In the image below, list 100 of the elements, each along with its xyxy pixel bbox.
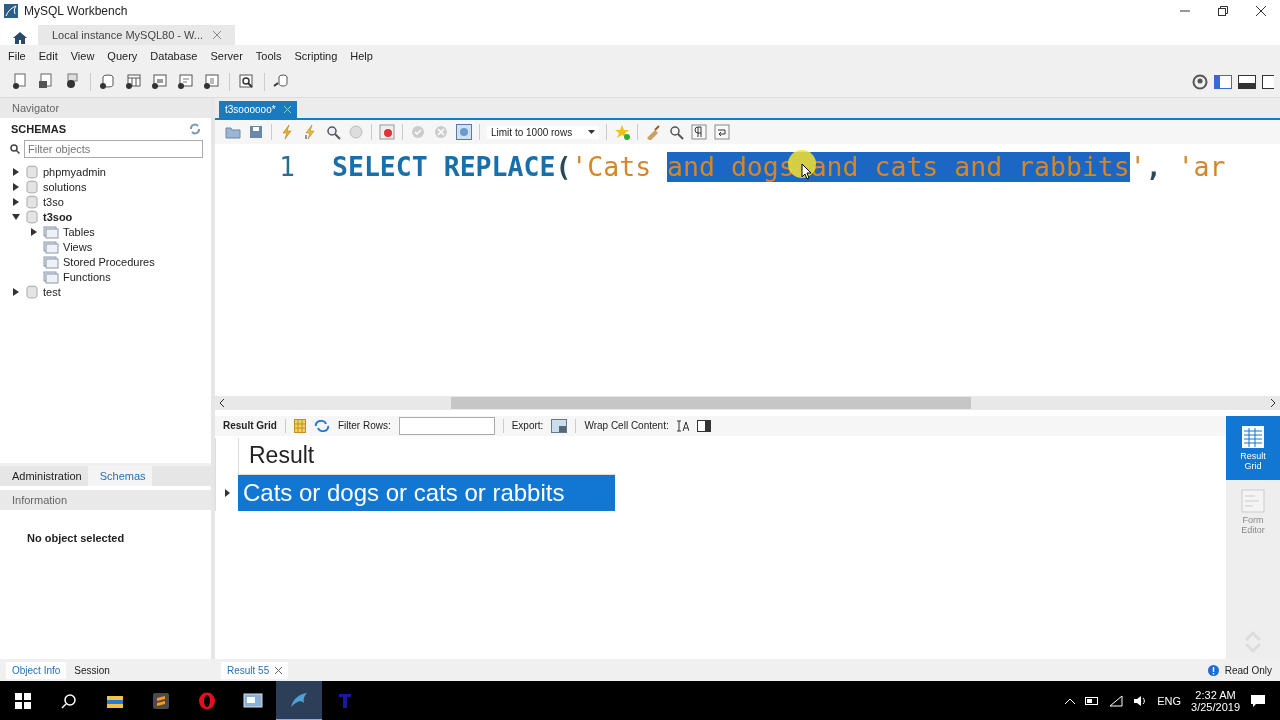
export-label: Export:: [511, 420, 544, 431]
panel-toggle-icon[interactable]: [696, 419, 711, 432]
menu-item[interactable]: Help: [346, 50, 382, 62]
dolphin-app-icon[interactable]: [289, 691, 309, 709]
clock-date[interactable]: 3/25/2019: [1191, 701, 1240, 713]
menu-item[interactable]: Query: [103, 50, 147, 62]
code-token: 'ar: [1177, 152, 1226, 182]
sidebar-toggle-icon[interactable]: [1214, 75, 1232, 89]
search-icon[interactable]: [10, 144, 20, 154]
autocommit-icon[interactable]: [456, 124, 472, 140]
close-icon[interactable]: [1256, 6, 1266, 16]
procedure-add-icon[interactable]: [177, 73, 195, 91]
code-token: (: [555, 152, 572, 182]
collapsed-arrow-icon[interactable]: [29, 226, 39, 237]
refresh-icon[interactable]: [189, 123, 201, 135]
collapsed-arrow-icon[interactable]: [11, 166, 21, 177]
app-window-icon[interactable]: [243, 692, 263, 710]
find-icon[interactable]: [668, 124, 684, 140]
menu-item[interactable]: Scripting: [290, 50, 347, 62]
tree-item[interactable]: Tables: [63, 225, 95, 238]
wrap-icon[interactable]: [714, 124, 730, 140]
search-table-icon[interactable]: [238, 73, 256, 91]
function-add-icon[interactable]: [203, 73, 221, 91]
output-toggle-icon[interactable]: [1238, 75, 1256, 89]
menu-item[interactable]: File: [4, 50, 35, 62]
tree-item[interactable]: phpmyadmin: [43, 165, 106, 178]
broom-icon[interactable]: [645, 124, 661, 140]
filter-rows-field[interactable]: [398, 416, 495, 435]
close-icon[interactable]: [275, 666, 283, 674]
battery-icon[interactable]: [1085, 696, 1100, 706]
language-indicator[interactable]: ENG: [1157, 695, 1182, 707]
folder-icon[interactable]: [106, 693, 124, 709]
scroll-left-icon[interactable]: [219, 398, 225, 407]
tree-item[interactable]: test: [43, 285, 61, 298]
collapsed-arrow-icon[interactable]: [11, 196, 21, 207]
scroll-right-icon[interactable]: [1270, 398, 1276, 407]
menu-item[interactable]: View: [66, 50, 104, 62]
chevron-up-icon[interactable]: [1065, 698, 1076, 704]
tree-item[interactable]: solutions: [43, 180, 87, 193]
tree-item[interactable]: t3soo: [43, 210, 73, 223]
limit-dropdown[interactable]: Limit to 1000 rows: [487, 125, 599, 139]
info-icon: [1207, 664, 1219, 676]
sidebar-tab[interactable]: Schemas: [87, 466, 152, 486]
code-token: REPLACE: [443, 152, 556, 182]
table-cell[interactable]: Cats or dogs or cats or rabbits: [238, 474, 615, 511]
clock-time[interactable]: 2:32 AM: [1195, 689, 1236, 701]
lightning-cursor-icon[interactable]: [302, 124, 318, 140]
star-add-icon[interactable]: [614, 124, 630, 140]
paragraph-icon[interactable]: [691, 124, 707, 140]
error-toggle-icon[interactable]: [379, 124, 395, 140]
wrap-label: Wrap Cell Content:: [584, 420, 669, 431]
wifi-icon[interactable]: [1109, 695, 1124, 707]
panel-toggle-icon[interactable]: [1262, 75, 1274, 89]
form-icon: [1241, 488, 1265, 513]
editor-tab[interactable]: t3soooooo*: [219, 101, 297, 118]
restore-icon[interactable]: [1218, 6, 1228, 16]
menu-item[interactable]: Tools: [251, 50, 291, 62]
info-tab[interactable]: Session: [68, 661, 116, 679]
view-add-icon[interactable]: [151, 73, 169, 91]
expanded-arrow-icon[interactable]: [11, 211, 21, 222]
magnifier-icon[interactable]: [325, 124, 341, 140]
search-icon: [61, 693, 77, 709]
filter-field[interactable]: Filter objects: [24, 140, 203, 158]
panel-header: Navigator: [0, 98, 211, 118]
result-tab[interactable]: Result 55: [221, 661, 289, 679]
tree-item[interactable]: t3so: [43, 195, 64, 208]
sublime-app-icon[interactable]: [153, 693, 169, 709]
tree-item[interactable]: Functions: [63, 270, 111, 283]
export-icon[interactable]: [551, 418, 568, 433]
tree-item[interactable]: Views: [63, 240, 93, 253]
code-token: ': [1129, 152, 1146, 182]
notification-icon[interactable]: [1250, 694, 1266, 708]
settings-icon[interactable]: [1192, 74, 1208, 90]
save-icon[interactable]: [248, 124, 264, 140]
refresh-icon[interactable]: [313, 419, 330, 432]
collapsed-arrow-icon[interactable]: [11, 181, 21, 192]
panel-header: Information: [0, 490, 211, 510]
windows-logo-icon: [15, 693, 31, 709]
status-text: Read Only: [1224, 664, 1272, 676]
menu-item[interactable]: Database: [146, 50, 207, 62]
info-tab[interactable]: Object Info: [6, 661, 67, 679]
filter-label: Filter Rows:: [337, 420, 391, 431]
caret-icon: [588, 130, 595, 134]
database-add-icon[interactable]: [99, 73, 117, 91]
grid-icon[interactable]: [293, 418, 306, 433]
opera-app-icon[interactable]: [198, 692, 216, 710]
collapsed-arrow-icon[interactable]: [11, 286, 21, 297]
wrap-cell-icon[interactable]: [676, 419, 689, 432]
home-icon[interactable]: [12, 31, 28, 45]
volume-icon[interactable]: [1133, 695, 1148, 707]
menu-item[interactable]: Edit: [34, 50, 67, 62]
scrollbar-thumb[interactable]: [451, 396, 971, 409]
connection-tab[interactable]: Local instance MySQL80 - W...: [38, 25, 235, 45]
menu-item[interactable]: Server: [206, 50, 252, 62]
tree-item[interactable]: Stored Procedures: [63, 255, 155, 268]
table-add-icon[interactable]: [125, 73, 143, 91]
column-header: Result: [238, 437, 615, 475]
side-panel-button[interactable]: Result Grid: [1226, 415, 1280, 480]
section-title: SCHEMAS: [11, 123, 66, 135]
line-number: 1: [278, 152, 296, 182]
